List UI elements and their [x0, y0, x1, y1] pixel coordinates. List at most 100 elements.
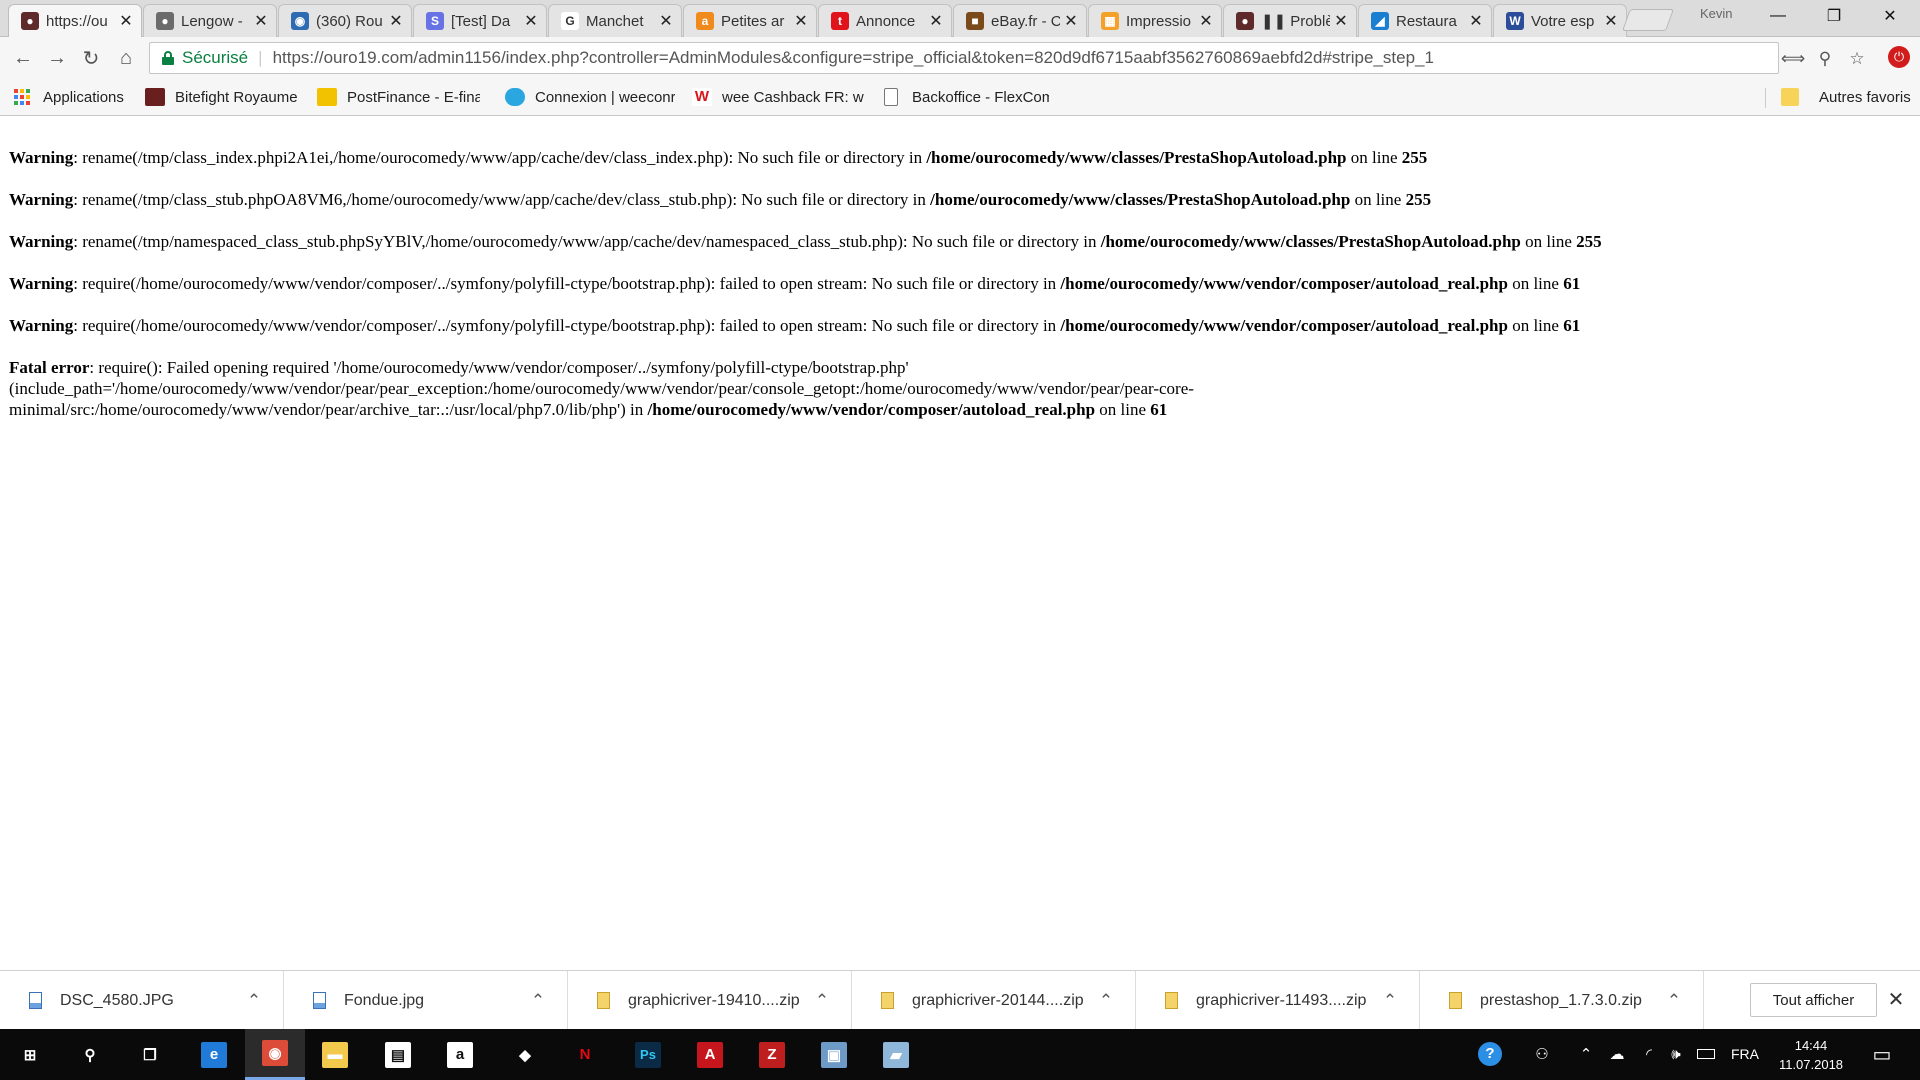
back-icon[interactable]: ←: [10, 45, 36, 71]
maximize-button[interactable]: ❐: [1806, 0, 1862, 32]
address-bar[interactable]: Sécurisé | https://ouro19.com/admin1156/…: [149, 42, 1865, 74]
filezilla-taskbar-button[interactable]: Z: [742, 1029, 802, 1080]
clock[interactable]: 14:44 11.07.2018: [1761, 1036, 1861, 1074]
onedrive-icon[interactable]: ☁: [1605, 1043, 1629, 1065]
wee-icon: W: [692, 88, 712, 106]
netflix-taskbar-button[interactable]: N: [555, 1029, 615, 1080]
tab-close-icon[interactable]: ✕: [1064, 11, 1078, 31]
browser-tab[interactable]: ● ❚❚ Problè ✕: [1223, 4, 1357, 37]
browser-tab[interactable]: ◢ Restaura ✕: [1358, 4, 1492, 37]
file-explorer-icon: ▬: [322, 1041, 348, 1068]
profile-name[interactable]: Kevin: [1700, 6, 1733, 21]
edge-taskbar-button[interactable]: e: [184, 1029, 244, 1080]
browser-tab[interactable]: t Annonce ✕: [818, 4, 952, 37]
browser-tab[interactable]: G Manchet ✕: [548, 4, 682, 37]
tab-close-icon[interactable]: ✕: [254, 11, 268, 31]
bookmark-other-favorites[interactable]: Autres favoris: [1781, 86, 1911, 108]
chrome-icon: ◉: [262, 1040, 288, 1066]
download-item[interactable]: graphicriver-19410....zip ⌃: [568, 971, 852, 1030]
url-text[interactable]: https://ouro19.com/admin1156/index.php?c…: [273, 48, 1434, 68]
tab-close-icon[interactable]: ✕: [389, 11, 403, 31]
translate-icon[interactable]: ⟺: [1781, 49, 1805, 69]
store-taskbar-button[interactable]: ▤: [368, 1029, 428, 1080]
close-downloads-icon[interactable]: ✕: [1884, 987, 1908, 1011]
photos-taskbar-button[interactable]: ▣: [804, 1029, 864, 1080]
bookmark-weeconomy[interactable]: Connexion | weeconr: [505, 86, 675, 108]
browser-tab[interactable]: ■ eBay.fr - C ✕: [953, 4, 1087, 37]
bookmark-label: Applications: [43, 88, 124, 106]
new-tab-button[interactable]: [1621, 9, 1675, 31]
tab-close-icon[interactable]: ✕: [1604, 11, 1618, 31]
bookmark-bitefight[interactable]: Bitefight Royaume: [145, 86, 305, 108]
start-icon: ⊞: [17, 1041, 43, 1068]
task-view-taskbar-button[interactable]: ❐: [120, 1029, 180, 1080]
bookmark-flexcom[interactable]: Backoffice - FlexCom: [884, 86, 1049, 108]
browser-tab[interactable]: ● Lengow - ✕: [143, 4, 277, 37]
download-item[interactable]: graphicriver-20144....zip ⌃: [852, 971, 1136, 1030]
tab-title: (360) Rou: [316, 12, 383, 30]
browser-tab[interactable]: ◉ (360) Rou ✕: [278, 4, 412, 37]
people-icon[interactable]: ⚇: [1530, 1043, 1554, 1065]
close-window-button[interactable]: ✕: [1862, 0, 1918, 32]
chevron-up-icon[interactable]: ⌃: [1377, 991, 1403, 1011]
tab-title: [Test] Da: [451, 12, 511, 30]
forward-icon[interactable]: →: [44, 45, 70, 71]
tab-title: Impressio: [1126, 12, 1192, 30]
browser-tab[interactable]: S [Test] Da ✕: [413, 4, 547, 37]
file-explorer-taskbar-button[interactable]: ▬: [305, 1029, 365, 1080]
taskbar: ⊞ ⚲ ❐ e ◉ ▬ ▤ a ◆ N Ps A Z ▣ ▰ ? ⚇ ⌃ ☁ ◜ 🕪 FRA 14:44 1…: [0, 1029, 1920, 1080]
notes-icon: ▰: [883, 1041, 909, 1068]
amazon-taskbar-button[interactable]: a: [430, 1029, 490, 1080]
image-file-icon: [313, 992, 326, 1009]
download-filename: DSC_4580.JPG: [60, 991, 174, 1009]
zip-file-icon: [597, 992, 610, 1009]
download-item[interactable]: Fondue.jpg ⌃: [284, 971, 568, 1030]
bookmark-postfinance[interactable]: PostFinance - E-finar: [317, 86, 480, 108]
browser-tab[interactable]: W Votre esp ✕: [1493, 4, 1627, 37]
tab-close-icon[interactable]: ✕: [524, 11, 538, 31]
browser-tab[interactable]: a Petites ar ✕: [683, 4, 817, 37]
wifi-icon[interactable]: ◜: [1638, 1043, 1660, 1065]
tab-close-icon[interactable]: ✕: [794, 11, 808, 31]
home-icon[interactable]: ⌂: [113, 45, 139, 71]
search-taskbar-button[interactable]: ⚲: [60, 1029, 120, 1080]
browser-tab[interactable]: ▦ Impressio ✕: [1088, 4, 1222, 37]
bookmark-star-icon[interactable]: ☆: [1847, 49, 1867, 69]
tab-close-icon[interactable]: ✕: [659, 11, 673, 31]
chevron-up-icon[interactable]: ⌃: [1661, 991, 1687, 1011]
download-item[interactable]: DSC_4580.JPG ⌃: [0, 971, 284, 1030]
reload-icon[interactable]: ↻: [78, 45, 104, 71]
tab-close-icon[interactable]: ✕: [1469, 11, 1483, 31]
start-taskbar-button[interactable]: ⊞: [0, 1029, 60, 1080]
tab-close-icon[interactable]: ✕: [1199, 11, 1213, 31]
dropbox-taskbar-button[interactable]: ◆: [495, 1029, 555, 1080]
google-icon: G: [561, 12, 579, 30]
chevron-up-icon[interactable]: ⌃: [809, 991, 835, 1011]
chrome-taskbar-button[interactable]: ◉: [245, 1029, 305, 1080]
tab-close-icon[interactable]: ✕: [929, 11, 943, 31]
language-indicator[interactable]: FRA: [1727, 1043, 1763, 1065]
action-center-icon[interactable]: ▭: [1868, 1043, 1896, 1066]
tab-close-icon[interactable]: ✕: [1334, 11, 1348, 31]
extension-icon[interactable]: ⏻: [1888, 46, 1910, 68]
photoshop-taskbar-button[interactable]: Ps: [618, 1029, 678, 1080]
acrobat-taskbar-button[interactable]: A: [680, 1029, 740, 1080]
chevron-up-icon[interactable]: ⌃: [241, 991, 267, 1011]
minimize-button[interactable]: —: [1750, 0, 1806, 32]
bookmark-wee-cashback[interactable]: W wee Cashback FR: we: [692, 86, 864, 108]
download-item[interactable]: prestashop_1.7.3.0.zip ⌃: [1420, 971, 1704, 1030]
chevron-up-icon[interactable]: ⌃: [1093, 991, 1119, 1011]
help-icon[interactable]: ?: [1476, 1042, 1504, 1066]
battery-icon[interactable]: [1694, 1043, 1718, 1065]
volume-icon[interactable]: 🕪: [1664, 1043, 1688, 1065]
browser-tab[interactable]: ● https://ou ✕: [8, 4, 142, 37]
show-all-downloads-button[interactable]: Tout afficher: [1750, 983, 1877, 1017]
tray-expand-icon[interactable]: ⌃: [1576, 1043, 1596, 1065]
zoom-icon[interactable]: ⚲: [1815, 49, 1835, 69]
tab-close-icon[interactable]: ✕: [119, 11, 133, 31]
notes-taskbar-button[interactable]: ▰: [866, 1029, 926, 1080]
download-item[interactable]: graphicriver-11493....zip ⌃: [1136, 971, 1420, 1030]
bookmark-applications[interactable]: Applications: [14, 86, 134, 108]
tab-title: eBay.fr - C: [991, 12, 1060, 30]
chevron-up-icon[interactable]: ⌃: [525, 991, 551, 1011]
